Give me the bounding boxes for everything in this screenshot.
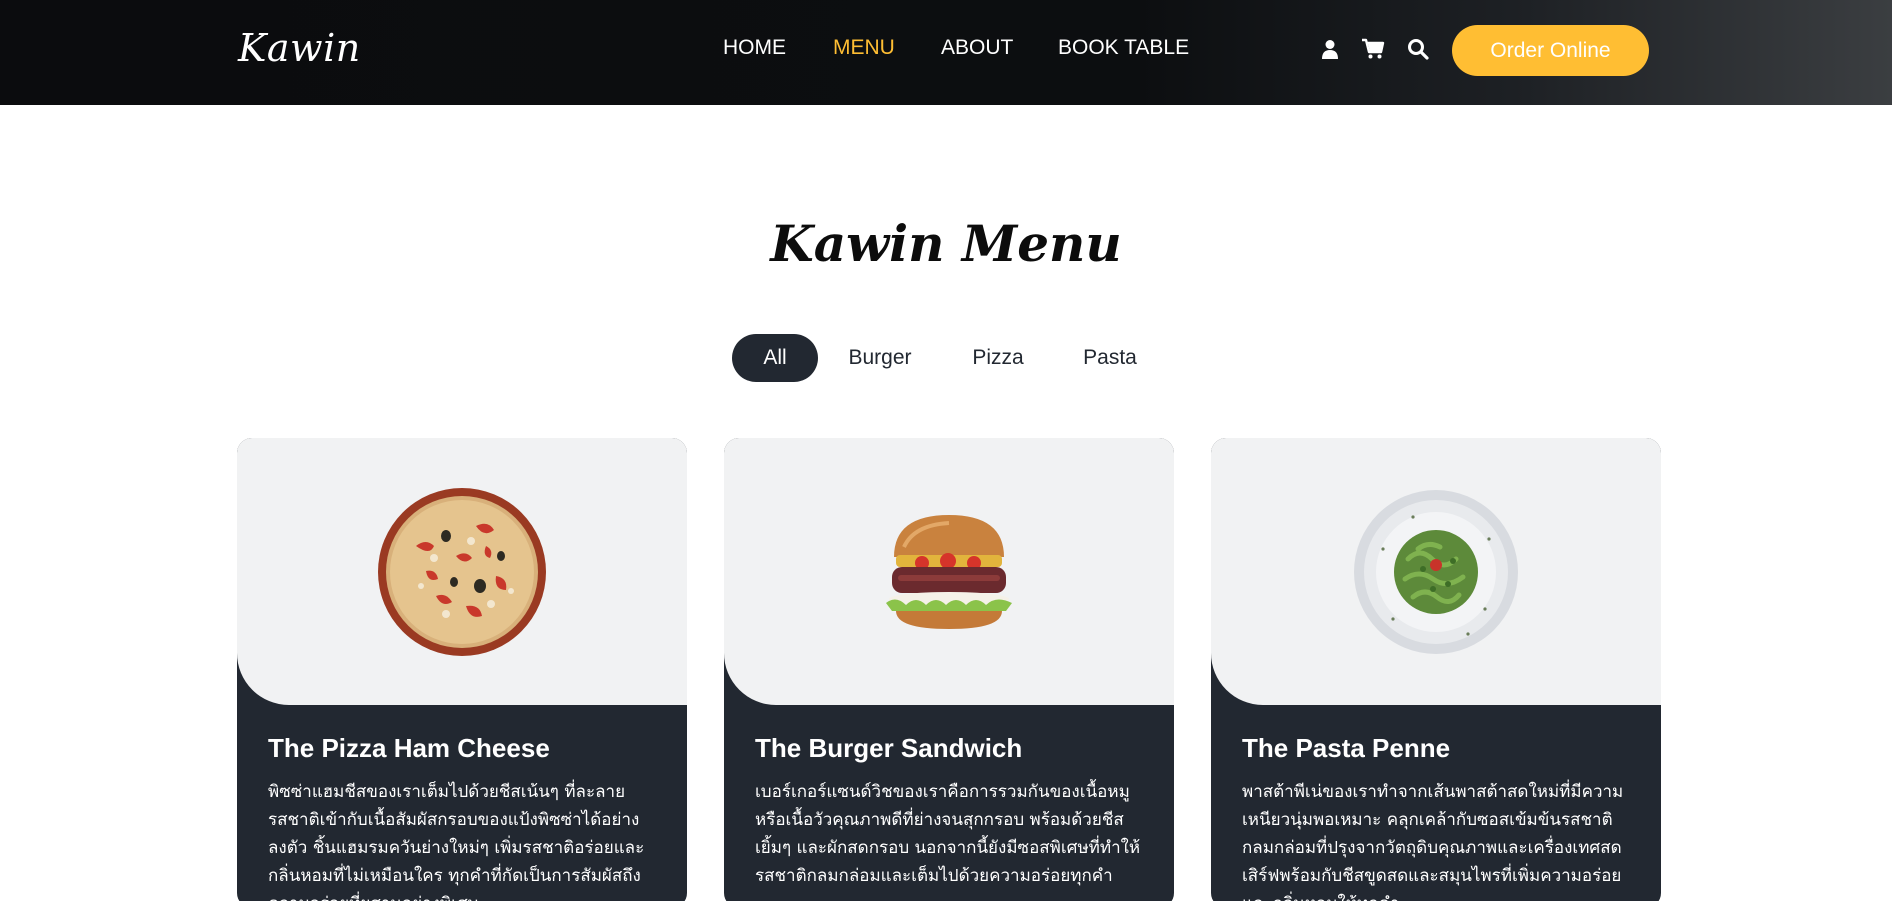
card-description: เบอร์เกอร์แซนด์วิชของเราคือการรวมกันของเ… (755, 782, 1141, 886)
order-online-button[interactable]: Order Online (1452, 25, 1649, 76)
nav-item-home[interactable]: HOME (723, 36, 786, 60)
filter-pizza[interactable]: Pizza (958, 334, 1038, 382)
menu-card-pizza[interactable]: The Pizza Ham Cheese พิซซ่าแฮมชีสของเราเ… (237, 438, 687, 901)
nav-item-menu[interactable]: MENU (833, 36, 895, 60)
filter-burger[interactable]: Burger (830, 334, 930, 382)
card-image-area (724, 438, 1174, 705)
pasta-image (1354, 489, 1518, 654)
card-image-area (1211, 438, 1661, 705)
menu-card-pasta[interactable]: The Pasta Penne พาสต้าพีเน่ของเราทำจากเส… (1211, 438, 1661, 901)
card-description: พิซซ่าแฮมชีสของเราเต็มไปด้วยชีสเน้นๆ ที่… (268, 782, 645, 901)
card-title: The Pasta Penne (1242, 733, 1451, 763)
header: Kawin HOME MENU ABOUT BOOK TABLE Order O… (0, 0, 1892, 105)
filter-pasta[interactable]: Pasta (1070, 334, 1150, 382)
pizza-image (378, 487, 546, 656)
brand-logo[interactable]: Kawin (238, 26, 361, 70)
card-title: The Burger Sandwich (755, 733, 1023, 763)
card-description: พาสต้าพีเน่ของเราทำจากเส้นพาสต้าสดใหม่ที… (1242, 782, 1624, 901)
filter-all[interactable]: All (732, 334, 818, 382)
card-image-area (237, 438, 687, 705)
menu-title: Kawin Menu (770, 214, 1122, 273)
nav-item-about[interactable]: ABOUT (941, 36, 1013, 60)
card-title: The Pizza Ham Cheese (268, 733, 550, 763)
nav-item-book-table[interactable]: BOOK TABLE (1058, 36, 1189, 60)
burger-image (886, 514, 1012, 629)
cart-icon[interactable] (1361, 38, 1385, 62)
user-icon[interactable] (1319, 38, 1343, 62)
menu-card-burger[interactable]: The Burger Sandwich เบอร์เกอร์แซนด์วิชขอ… (724, 438, 1174, 901)
search-icon[interactable] (1407, 38, 1431, 62)
